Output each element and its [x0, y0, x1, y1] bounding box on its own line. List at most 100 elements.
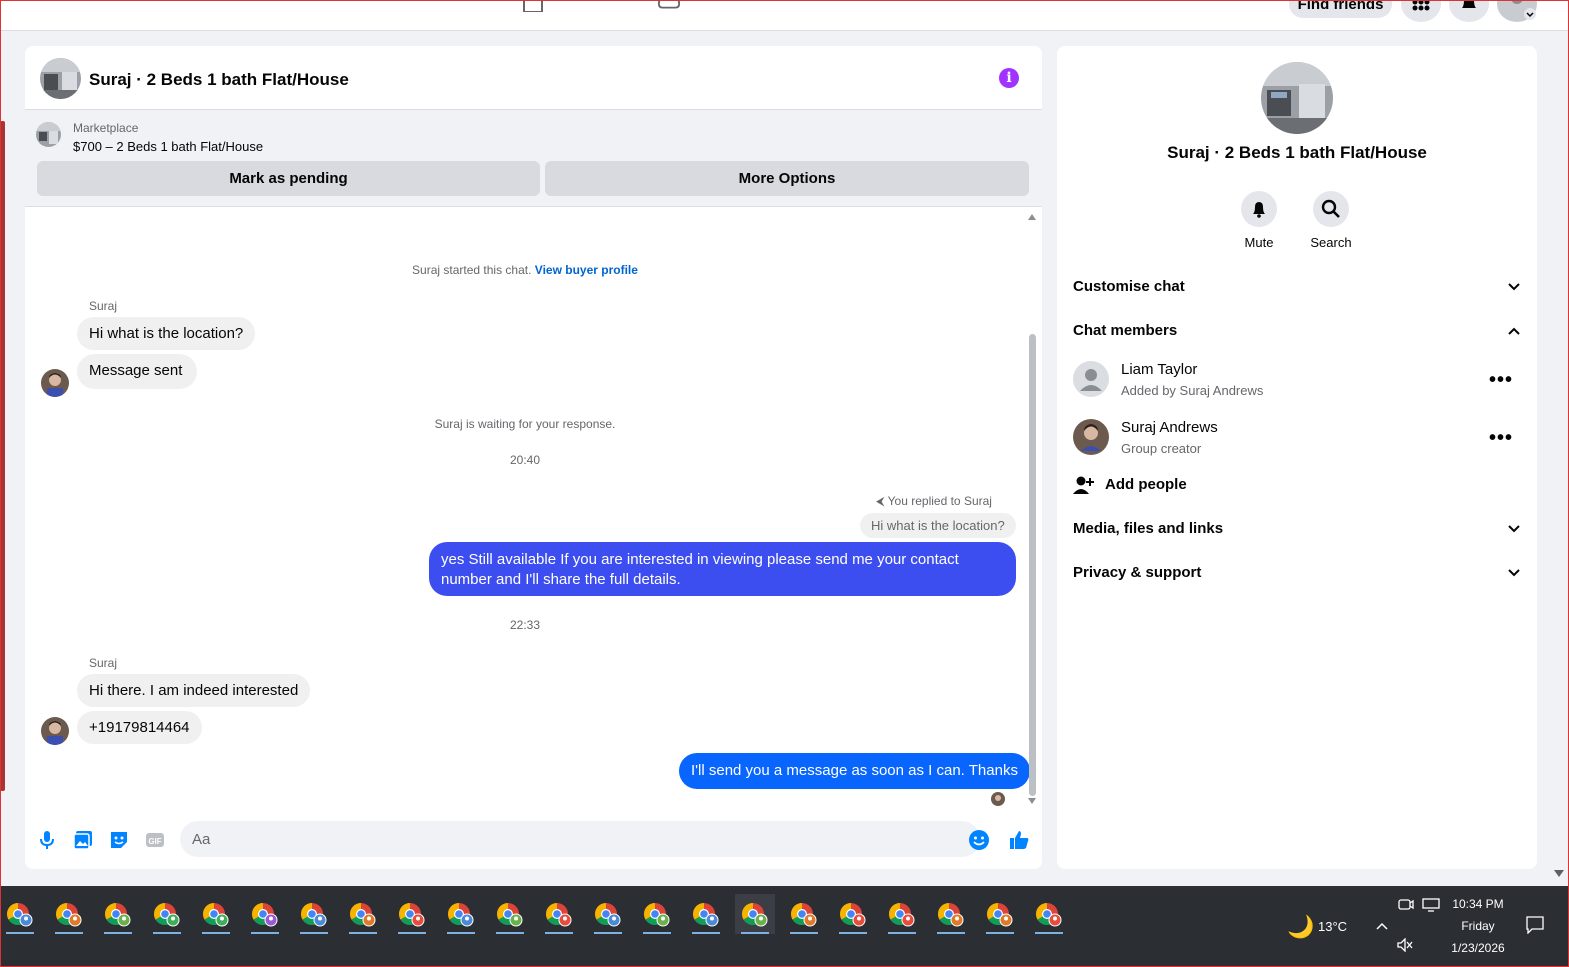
scroll-down-arrow[interactable] — [1028, 798, 1036, 804]
chrome-taskbar-icon[interactable] — [1029, 894, 1069, 934]
scroll-up-arrow[interactable] — [1028, 214, 1036, 220]
microphone-icon[interactable] — [36, 829, 58, 851]
chevron-down-icon — [1508, 283, 1520, 291]
chrome-taskbar-icon[interactable] — [196, 894, 236, 934]
add-people-button[interactable]: Add people — [1073, 471, 1521, 499]
taskbar-running-indicator — [496, 932, 524, 934]
member-subtitle: Added by Suraj Andrews — [1121, 383, 1264, 398]
page-scroll-down-arrow[interactable] — [1554, 870, 1564, 878]
gif-icon[interactable]: GIF — [144, 829, 166, 851]
member-name: Suraj Andrews — [1121, 419, 1218, 436]
listing-price[interactable]: $700 – 2 Beds 1 bath Flat/House — [73, 139, 263, 154]
member-row[interactable]: Suraj Andrews Group creator ••• — [1073, 419, 1521, 465]
media-files-links-section[interactable]: Media, files and links — [1073, 515, 1521, 543]
sender-avatar[interactable] — [41, 717, 69, 745]
customise-chat-section[interactable]: Customise chat — [1073, 273, 1521, 301]
taskbar-running-indicator — [741, 932, 769, 934]
sender-avatar[interactable] — [41, 369, 69, 397]
clock-day[interactable]: Friday — [1444, 919, 1512, 933]
chrome-taskbar-icon[interactable] — [392, 894, 432, 934]
chrome-taskbar-icon[interactable] — [784, 894, 824, 934]
taskbar-running-indicator — [937, 932, 965, 934]
mute-action[interactable]: Mute — [1229, 191, 1289, 250]
taskbar-running-indicator — [251, 932, 279, 934]
chrome-taskbar-icon[interactable] — [735, 894, 775, 934]
chrome-taskbar-icon[interactable] — [147, 894, 187, 934]
photo-icon[interactable] — [72, 829, 94, 851]
chrome-taskbar-icon[interactable] — [0, 894, 40, 934]
chrome-taskbar-icon[interactable] — [980, 894, 1020, 934]
clock-time[interactable]: 10:34 PM — [1444, 897, 1512, 911]
menu-grid-icon[interactable] — [1401, 0, 1441, 22]
chrome-taskbar-icon[interactable] — [539, 894, 579, 934]
find-friends-button[interactable]: Find friends — [1289, 0, 1392, 18]
chrome-taskbar-icon[interactable] — [98, 894, 138, 934]
member-avatar — [1073, 419, 1109, 455]
incoming-message[interactable]: Hi what is the location? — [77, 317, 256, 350]
member-name: Liam Taylor — [1121, 361, 1198, 378]
moon-weather-icon[interactable]: 🌙 — [1286, 914, 1316, 940]
privacy-support-section[interactable]: Privacy & support — [1073, 559, 1521, 587]
view-buyer-profile-link[interactable]: View buyer profile — [535, 263, 638, 277]
more-options-button[interactable]: More Options — [545, 161, 1029, 196]
chat-details-panel: Suraj · 2 Beds 1 bath Flat/House Mute Se… — [1057, 46, 1537, 869]
chrome-taskbar-icon[interactable] — [931, 894, 971, 934]
taskbar-running-indicator — [594, 932, 622, 934]
mark-as-pending-button[interactable]: Mark as pending — [37, 161, 540, 196]
quoted-message[interactable]: Hi what is the location? — [860, 513, 1016, 538]
waiting-notice: Suraj is waiting for your response. — [434, 417, 616, 431]
chrome-taskbar-icon[interactable] — [686, 894, 726, 934]
chrome-taskbar-icon[interactable] — [343, 894, 383, 934]
clock-date[interactable]: 1/23/2026 — [1444, 941, 1512, 955]
search-action[interactable]: Search — [1301, 191, 1361, 250]
chrome-taskbar-icon[interactable] — [588, 894, 628, 934]
taskbar-running-indicator — [545, 932, 573, 934]
meet-now-icon[interactable] — [1398, 898, 1414, 912]
chrome-taskbar-icon[interactable] — [637, 894, 677, 934]
chat-started-notice: Suraj started this chat. View buyer prof… — [25, 263, 1025, 277]
notifications-icon[interactable] — [1449, 0, 1489, 22]
left-edge — [0, 31, 9, 886]
scroll-thumb[interactable] — [1029, 334, 1036, 796]
member-subtitle: Group creator — [1121, 441, 1202, 456]
default-avatar — [1073, 361, 1109, 397]
network-icon[interactable] — [1422, 898, 1440, 912]
info-icon[interactable]: i — [999, 68, 1019, 88]
outgoing-reply-message[interactable]: yes Still available If you are intereste… — [429, 542, 1016, 596]
chrome-taskbar-icon[interactable] — [833, 894, 873, 934]
listing-thumbnail[interactable] — [36, 122, 61, 147]
member-row[interactable]: Liam Taylor Added by Suraj Andrews ••• — [1073, 361, 1521, 407]
listing-avatar[interactable] — [40, 58, 81, 99]
volume-muted-icon[interactable] — [1397, 938, 1413, 952]
chrome-taskbar-icon[interactable] — [882, 894, 922, 934]
notification-center-icon[interactable] — [1526, 916, 1544, 934]
like-thumbs-up-icon[interactable] — [1008, 829, 1030, 851]
emoji-icon[interactable] — [968, 829, 990, 851]
outgoing-message[interactable]: I'll send you a message as soon as I can… — [679, 753, 1030, 789]
taskbar-running-indicator — [104, 932, 132, 934]
windows-taskbar: 🌙 13°C 10:34 PM Friday 1/23/2026 — [0, 886, 1569, 967]
seen-avatar — [991, 792, 1005, 806]
more-options-icon[interactable]: ••• — [1489, 369, 1513, 392]
bell-icon[interactable] — [1241, 191, 1277, 227]
home-icon[interactable] — [521, 0, 545, 12]
chrome-taskbar-icon[interactable] — [294, 894, 334, 934]
chrome-taskbar-icon[interactable] — [49, 894, 89, 934]
weather-temperature[interactable]: 13°C — [1318, 919, 1347, 934]
chevron-up-icon[interactable] — [1375, 921, 1389, 931]
more-options-icon[interactable]: ••• — [1489, 427, 1513, 450]
message-scrollbar[interactable] — [1028, 214, 1036, 804]
marketplace-icon[interactable] — [657, 0, 681, 12]
search-icon[interactable] — [1313, 191, 1349, 227]
listing-profile-photo[interactable] — [1261, 62, 1333, 134]
chrome-taskbar-icon[interactable] — [245, 894, 285, 934]
sticker-icon[interactable] — [108, 829, 130, 851]
incoming-message[interactable]: +19179814464 — [77, 711, 202, 744]
message-input[interactable] — [180, 821, 980, 857]
account-avatar[interactable] — [1497, 0, 1537, 22]
chat-members-section[interactable]: Chat members — [1073, 317, 1521, 345]
chrome-taskbar-icon[interactable] — [441, 894, 481, 934]
incoming-message[interactable]: Hi there. I am indeed interested — [77, 674, 311, 707]
incoming-message[interactable]: Message sent — [77, 354, 198, 389]
chrome-taskbar-icon[interactable] — [490, 894, 530, 934]
